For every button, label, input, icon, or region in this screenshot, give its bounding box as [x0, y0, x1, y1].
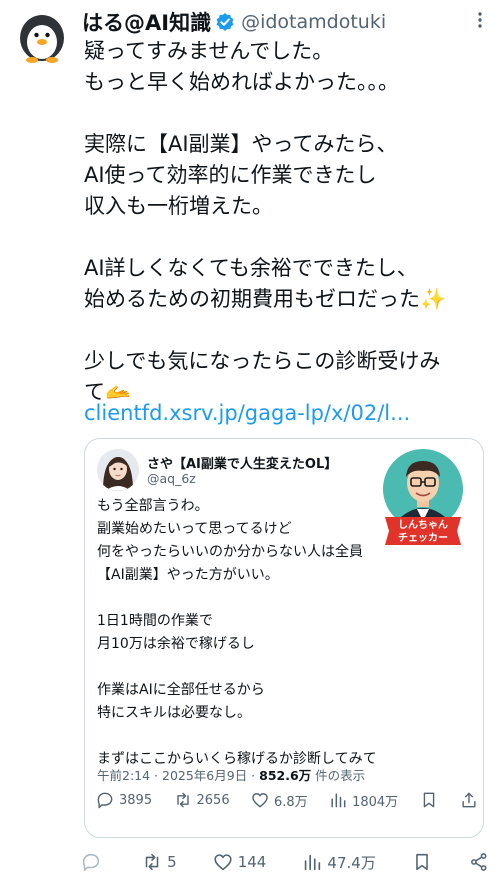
views-icon: [305, 854, 321, 871]
quoted-line: もう全部言うわ。: [97, 498, 209, 514]
quoted-timestamp[interactable]: 午前2:14 · 2025年6月9日 ·: [97, 768, 259, 783]
reply-button[interactable]: [80, 851, 106, 873]
quoted-handle[interactable]: @aq_6z: [147, 471, 196, 486]
share-icon: [462, 792, 476, 808]
quoted-bookmark-button[interactable]: [419, 790, 439, 810]
post-line: 少しでも気になったらこの診断受けみ: [84, 349, 441, 373]
bookmark-button[interactable]: [411, 851, 433, 873]
quoted-like-count: 6.8万: [274, 794, 308, 810]
quoted-post-card[interactable]: さや【AI副業で人生変えたOL】 @aq_6z しんちゃん チェッカー もう全部…: [84, 438, 484, 838]
repost-count: 5: [167, 853, 177, 871]
quoted-line: 副業始めたいって思ってるけど: [97, 521, 292, 537]
quoted-post-meta: 午前2:14 · 2025年6月9日 · 852.6万 件の表示: [97, 765, 365, 784]
quoted-line: 1日1時間の作業で: [97, 613, 213, 629]
like-icon: [214, 854, 232, 871]
quoted-author-avatar[interactable]: [97, 449, 139, 491]
post-line: 始めるための初期費用もゼロだった✨: [84, 287, 447, 311]
quoted-post-text: もう全部言うわ。 副業始めたいって思ってるけど 何をやったらいいのか分からない人…: [97, 495, 377, 771]
quoted-display-name[interactable]: さや【AI副業で人生変えたOL】: [147, 453, 337, 472]
reply-icon: [97, 792, 113, 809]
author-handle[interactable]: @idotamdotuki: [241, 11, 386, 33]
post-line: 疑ってすみませんでした。: [84, 39, 334, 63]
post-header: はる@AI知識 @idotamdotuki: [82, 7, 490, 37]
checker-badge-image: しんちゃん チェッカー: [371, 447, 475, 547]
quoted-like-button[interactable]: 6.8万: [250, 790, 308, 810]
more-icon[interactable]: [468, 8, 492, 32]
quoted-line: 【AI副業】やった方がいい。: [97, 567, 279, 583]
verified-badge-icon: [215, 12, 235, 32]
author-display-name[interactable]: はる@AI知識: [82, 7, 211, 37]
like-icon: [252, 793, 268, 808]
quoted-reply-count: 3895: [119, 792, 153, 808]
quoted-share-button[interactable]: [459, 790, 479, 810]
post-line: AI詳しくなくても余裕でできたし、: [84, 256, 418, 280]
post-link[interactable]: clientfd.xsrv.jp/gaga-lp/x/02/l...: [84, 398, 410, 428]
quoted-views-button[interactable]: 1804万: [328, 790, 398, 810]
checker-badge-line2: チェッカー: [398, 532, 448, 544]
quoted-line: 作業はAIに全部任せるから: [97, 682, 265, 698]
quoted-view-suffix: 件の表示: [311, 768, 366, 783]
like-count: 144: [237, 853, 267, 871]
quoted-line: 特にスキルは必要なし。: [97, 705, 251, 721]
post-text: 疑ってすみませんでした。 もっと早く始めればよかった。。。 実際に【AI副業】や…: [84, 36, 492, 408]
bookmark-icon: [423, 792, 434, 808]
like-button[interactable]: 144: [212, 851, 267, 873]
views-button[interactable]: 47.4万: [301, 851, 376, 873]
quoted-line: 何をやったらいいのか分からない人は全員: [97, 544, 363, 560]
quoted-view-count: 852.6万: [259, 768, 312, 783]
views-icon: [331, 793, 346, 808]
repost-button[interactable]: 5: [141, 851, 177, 873]
quoted-repost-count: 2656: [196, 792, 230, 808]
post-line: 実際に【AI副業】やってみたら、: [84, 132, 398, 156]
post-action-bar: 5 144 47.4万: [80, 848, 490, 876]
repost-icon: [145, 853, 159, 871]
share-button[interactable]: [468, 851, 490, 873]
bookmark-icon: [416, 853, 428, 871]
quoted-action-bar: 3895 2656 6.8万 1804万: [95, 788, 479, 812]
view-count: 47.4万: [327, 853, 376, 872]
quoted-view-count-short: 1804万: [352, 794, 399, 810]
post-line: もっと早く始めればよかった。。。: [84, 70, 399, 94]
quoted-repost-button[interactable]: 2656: [173, 790, 230, 810]
share-icon: [471, 853, 487, 871]
repost-icon: [176, 792, 189, 808]
post-line: AI使って効率的に作業できたし: [84, 163, 377, 187]
quoted-line: 月10万は余裕で稼げるし: [97, 636, 255, 652]
reply-icon: [82, 853, 100, 872]
post-line: 収入も一桁増えた。: [84, 194, 273, 218]
quoted-reply-button[interactable]: 3895: [95, 790, 152, 810]
author-avatar[interactable]: [14, 8, 70, 64]
checker-badge-line1: しんちゃん: [398, 519, 448, 531]
